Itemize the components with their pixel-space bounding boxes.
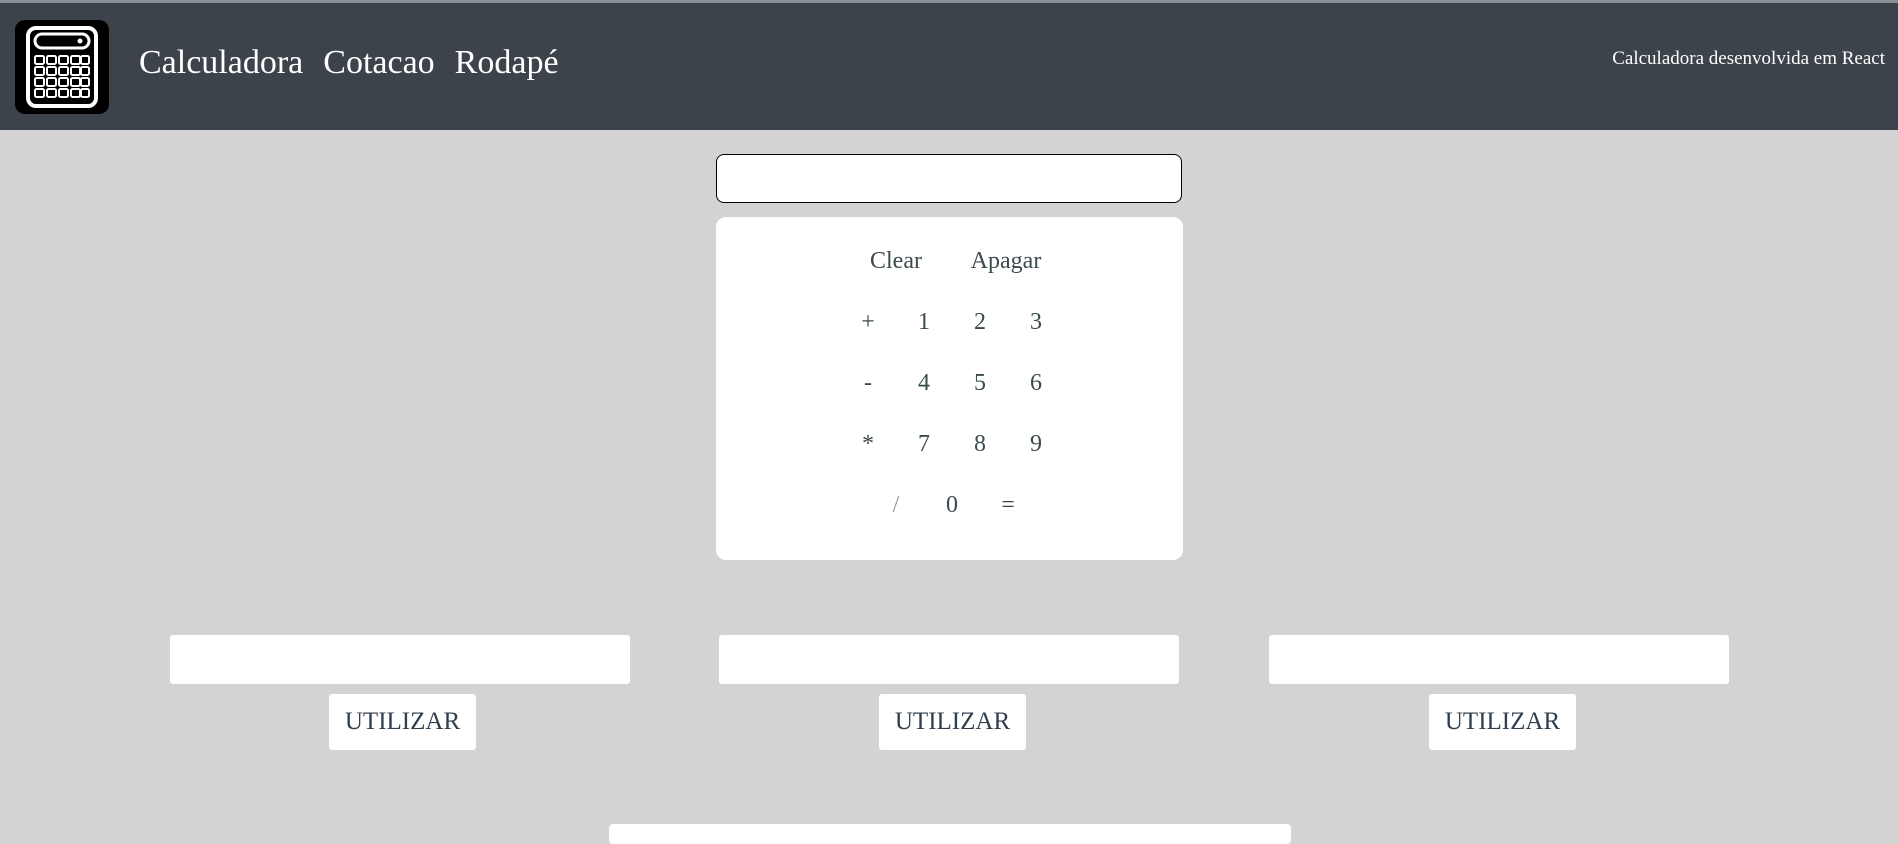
- equals-button[interactable]: =: [1001, 491, 1015, 519]
- multiply-button[interactable]: *: [862, 430, 874, 458]
- backspace-button[interactable]: Apagar: [971, 247, 1042, 275]
- use-button-2[interactable]: UTILIZAR: [879, 694, 1026, 750]
- conversion-input-1[interactable]: [170, 635, 630, 684]
- digit-2-button[interactable]: 2: [974, 308, 986, 336]
- footer-panel: [609, 824, 1291, 844]
- digit-9-button[interactable]: 9: [1030, 430, 1042, 458]
- use-button-3[interactable]: UTILIZAR: [1429, 694, 1576, 750]
- nav-link-rodape[interactable]: Rodapé: [455, 43, 559, 83]
- digit-7-button[interactable]: 7: [918, 430, 930, 458]
- digit-1-button[interactable]: 1: [918, 308, 930, 336]
- nav-link-calculadora[interactable]: Calculadora: [139, 43, 303, 83]
- digit-0-button[interactable]: 0: [946, 491, 958, 519]
- nav-links: Calculadora Cotacao Rodapé: [139, 43, 559, 83]
- use-button-1[interactable]: UTILIZAR: [329, 694, 476, 750]
- clear-button[interactable]: Clear: [870, 247, 922, 275]
- digit-3-button[interactable]: 3: [1030, 308, 1042, 336]
- nav-link-cotacao[interactable]: Cotacao: [323, 43, 434, 83]
- conversion-input-2[interactable]: [719, 635, 1179, 684]
- calculator-icon[interactable]: [15, 20, 109, 114]
- calculator-display[interactable]: [716, 154, 1182, 203]
- conversion-input-3[interactable]: [1269, 635, 1729, 684]
- plus-button[interactable]: +: [861, 308, 875, 336]
- digit-4-button[interactable]: 4: [918, 369, 930, 397]
- digit-8-button[interactable]: 8: [974, 430, 986, 458]
- navbar-description: Calculadora desenvolvida em React: [1612, 48, 1885, 69]
- divide-button[interactable]: /: [893, 491, 900, 519]
- digit-5-button[interactable]: 5: [974, 369, 986, 397]
- calculator-keypad: Clear Apagar + 1 2 3 - 4 5 6 * 7 8 9 / 0…: [716, 217, 1183, 560]
- digit-6-button[interactable]: 6: [1030, 369, 1042, 397]
- navbar: Calculadora Cotacao Rodapé Calculadora d…: [0, 3, 1898, 130]
- minus-button[interactable]: -: [864, 369, 872, 397]
